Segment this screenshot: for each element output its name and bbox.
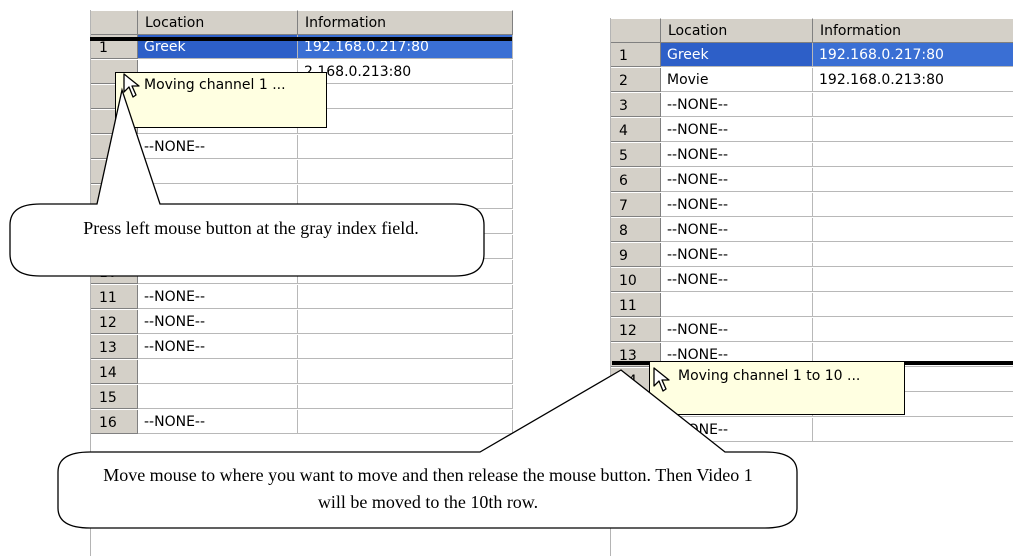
bottom-callout-text: Move mouse to where you want to move and… [103,465,753,512]
left-callout-text: Press left mouse button at the gray inde… [83,218,419,238]
left-callout-bubble [9,87,485,277]
